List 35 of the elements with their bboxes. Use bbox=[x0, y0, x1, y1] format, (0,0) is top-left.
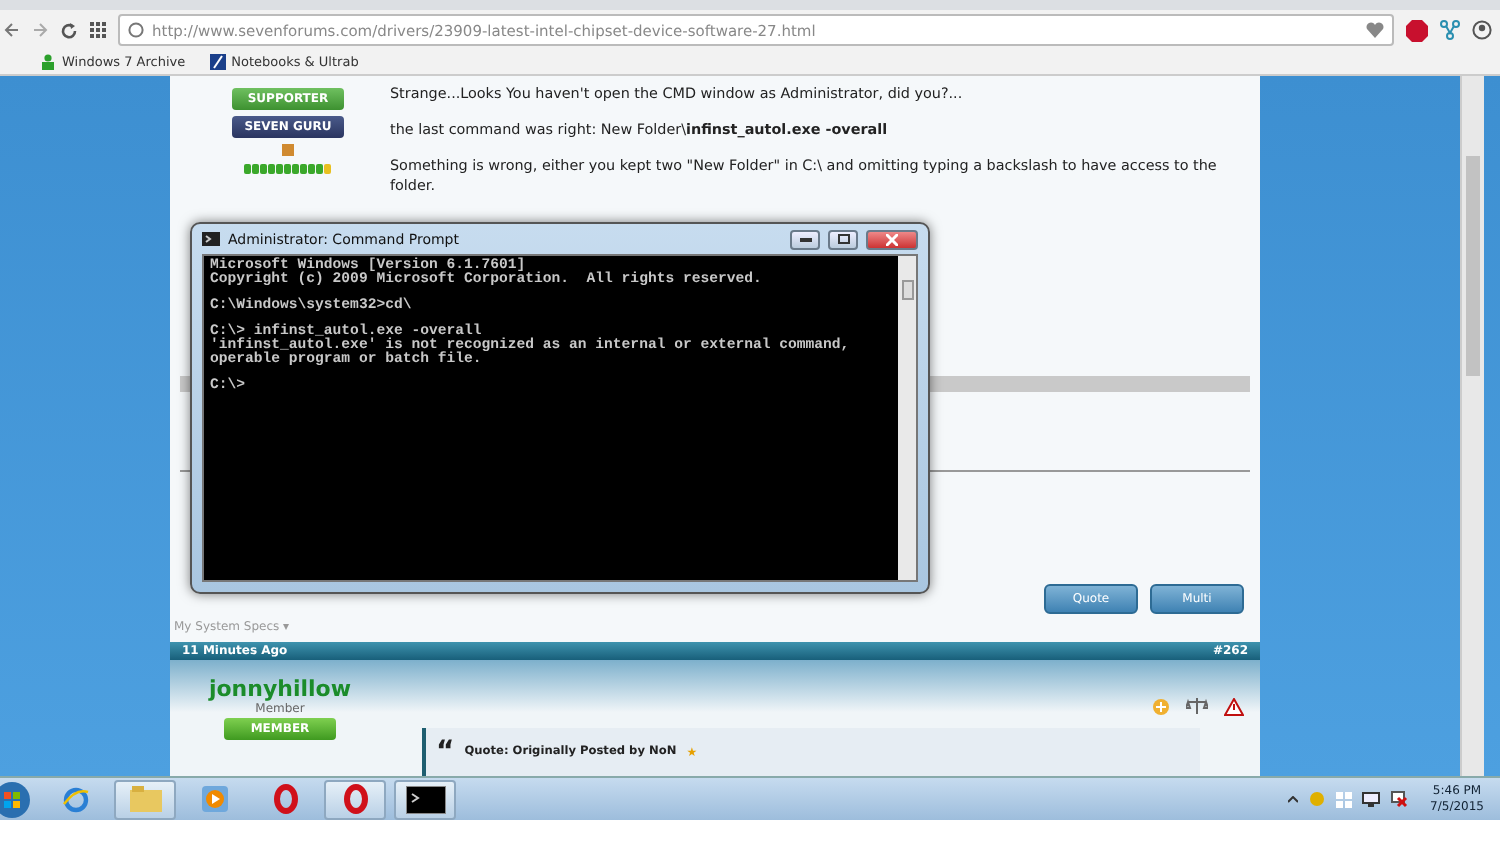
maximize-button[interactable] bbox=[828, 229, 858, 249]
maximize-icon bbox=[837, 234, 849, 244]
account-icon[interactable] bbox=[1472, 20, 1492, 40]
close-button[interactable] bbox=[866, 229, 918, 249]
scrollbar[interactable] bbox=[898, 256, 916, 580]
monitor-icon[interactable] bbox=[1362, 791, 1381, 807]
play-icon bbox=[202, 786, 228, 812]
minimize-icon bbox=[799, 237, 811, 241]
flag-icon[interactable] bbox=[1390, 790, 1409, 808]
globe-icon bbox=[61, 785, 89, 813]
heart-icon[interactable] bbox=[1366, 22, 1384, 38]
taskbar-app-button[interactable] bbox=[394, 779, 456, 819]
reputation-drawing bbox=[244, 144, 332, 176]
globe-icon bbox=[128, 22, 144, 38]
apps-button[interactable] bbox=[90, 22, 106, 38]
terminal-icon bbox=[405, 785, 445, 813]
document-icon bbox=[209, 54, 226, 70]
ring-icon bbox=[343, 784, 367, 814]
username-link[interactable]: jonnyhillow bbox=[208, 678, 352, 702]
minimize-button[interactable] bbox=[790, 229, 820, 249]
reload-button[interactable] bbox=[60, 21, 78, 39]
network-icon[interactable] bbox=[1440, 20, 1460, 40]
person-icon bbox=[40, 54, 56, 70]
terminal-icon bbox=[202, 232, 220, 246]
folder-icon bbox=[129, 786, 161, 812]
back-button[interactable] bbox=[4, 22, 20, 38]
quote-icon: “ bbox=[436, 742, 455, 762]
scales-icon[interactable] bbox=[1186, 696, 1208, 716]
start-button[interactable] bbox=[0, 779, 36, 819]
ring-icon bbox=[273, 784, 297, 814]
scrollbar[interactable] bbox=[1460, 76, 1484, 776]
stop-sign-icon[interactable] bbox=[1406, 19, 1428, 41]
chevron-icon[interactable] bbox=[1288, 795, 1299, 803]
warning-icon[interactable] bbox=[1224, 697, 1244, 715]
close-icon bbox=[886, 233, 898, 245]
